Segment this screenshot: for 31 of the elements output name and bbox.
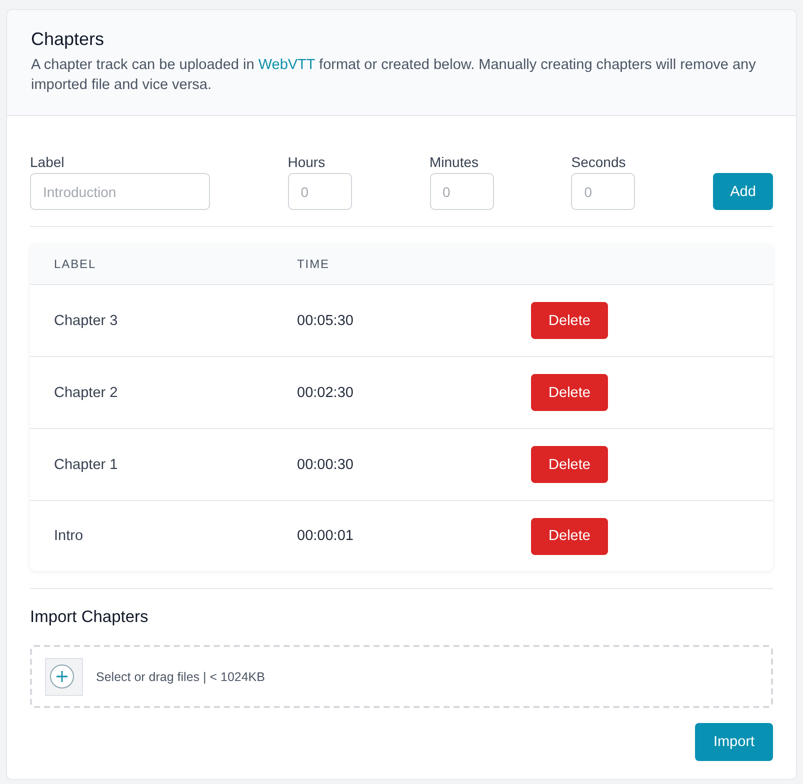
field-label: Minutes (430, 153, 480, 172)
table-cell-text: 00:00:30 (297, 456, 354, 472)
plus-icon[interactable] (44, 656, 84, 696)
field-label: Seconds (571, 153, 627, 172)
table-cell-text: Chapter 2 (54, 384, 119, 400)
field-label: Label (30, 153, 66, 172)
table-cell-text: 00:02:30 (297, 384, 354, 400)
section-title: Chapters (31, 28, 106, 51)
delete-button[interactable]: Delete (531, 518, 608, 554)
description-text: A chapter track can be uploaded in WebVTT format or created below. Manually creating chapters will remove any imported file and vice versa. (31, 56, 757, 95)
delete-button[interactable]: Delete (531, 374, 608, 411)
table-cell-text: Intro (54, 528, 84, 544)
table-cell-text: Chapter 1 (54, 456, 119, 472)
delete-button[interactable]: Delete (531, 446, 608, 483)
table-cell-text: Chapter 3 (54, 312, 119, 328)
delete-button[interactable]: Delete (531, 302, 608, 339)
dropzone-hint: Select or drag files | < 1024KB (96, 670, 265, 684)
column-header: TIME (297, 257, 331, 271)
section-title: Import Chapters (30, 607, 150, 628)
input-field[interactable]: 0 (571, 173, 636, 210)
input-field[interactable]: 0 (288, 173, 352, 210)
webvtt-link[interactable]: WebVTT (258, 57, 316, 73)
field-label: Hours (288, 153, 326, 172)
table-cell-text: 00:00:01 (297, 528, 354, 544)
table-cell-text: 00:05:30 (297, 312, 354, 328)
input-field[interactable]: Introduction (30, 173, 210, 210)
input-field[interactable]: 0 (430, 173, 494, 210)
column-header: LABEL (54, 257, 98, 271)
file-dropzone[interactable]: Select or drag files | < 1024KB (30, 645, 773, 708)
add-button[interactable]: Add (713, 173, 773, 210)
import-button[interactable]: Import (695, 723, 773, 761)
